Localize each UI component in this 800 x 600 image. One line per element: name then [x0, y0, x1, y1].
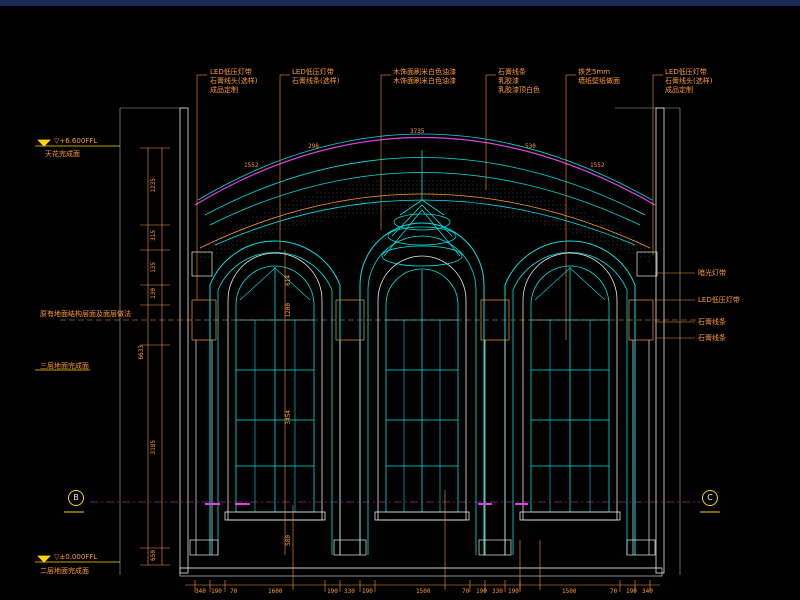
dim-left-5: 6633 [138, 345, 145, 360]
column-1 [189, 299, 219, 556]
note-structure: 原有地面结构层面及面层做法 [40, 310, 131, 318]
annotation-top-4: 石膏线条 乳胶漆 乳胶漆顶白色 [498, 68, 540, 94]
dim-bottom-10: 190 [476, 588, 487, 595]
level-ceiling-label: 天花完成面 [45, 150, 80, 158]
dim-bottom-12: 190 [508, 588, 519, 595]
axis-bubble-b: B [68, 490, 84, 506]
column-4 [626, 299, 656, 556]
dim-bottom-4: 1600 [268, 588, 283, 595]
axis-bubble-c: C [702, 490, 718, 506]
dim-bottom-16: 340 [642, 588, 653, 595]
annotation-right-3: 石膏线条 [698, 318, 726, 326]
annotation-top-2: LED低压灯带 石膏线条(选样) [292, 68, 340, 85]
dim-bottom-8: 1500 [416, 588, 431, 595]
note-third-floor: 三层地面完成面 [40, 362, 89, 370]
dim-mid-1: 614 [285, 275, 292, 286]
dim-top-d: 1552 [590, 162, 605, 169]
annotation-top-6: LED低压灯带 石膏线头(选样) 成品定制 [665, 68, 713, 94]
dim-top-span: 3735 [410, 128, 425, 135]
right-wall [655, 107, 665, 574]
dim-top-b: 1552 [244, 162, 259, 169]
dim-left-7: 650 [150, 550, 157, 561]
dim-bottom-15: 190 [626, 588, 637, 595]
level-ceiling: ▽+6.600FFL [54, 137, 98, 145]
dim-bottom-6: 330 [344, 588, 355, 595]
dim-top-a: 298 [308, 143, 319, 150]
annotation-top-3: 木饰面刷米白色油漆 木饰面刷米白色油漆 [393, 68, 456, 85]
annotation-right-2: LED低压灯带 [698, 296, 740, 304]
dim-bottom-11: 330 [492, 588, 503, 595]
dim-mid-3: 3454 [285, 410, 292, 425]
dim-bottom-13: 1500 [562, 588, 577, 595]
annotation-top-1: LED低压灯带 石膏线头(选样) 成品定制 [210, 68, 258, 94]
dim-bottom-5: 190 [327, 588, 338, 595]
level-floor: ▽±0.000FFL [54, 553, 98, 561]
dim-bottom-9: 70 [462, 588, 470, 595]
dim-bottom-1: 340 [195, 588, 206, 595]
level-floor-label: 二层地面完成面 [40, 567, 89, 575]
dim-mid-2: 1200 [285, 303, 292, 318]
dim-left-3: 135 [150, 262, 157, 273]
dim-bottom-7: 190 [362, 588, 373, 595]
arch-window-left [209, 240, 341, 555]
arch-window-center [359, 222, 485, 555]
window-top-bar [0, 0, 800, 6]
dim-left-4: 130 [150, 288, 157, 299]
dim-bottom-14: 70 [610, 588, 618, 595]
column-2 [333, 299, 367, 556]
dim-left-1: 1235 [150, 178, 157, 193]
dim-left-6: 3185 [150, 440, 157, 455]
dim-bottom-2: 190 [211, 588, 222, 595]
arch-window-right [504, 240, 636, 555]
dim-top-c: 530 [525, 143, 536, 150]
annotation-top-5: 铁艺5mm 墙纸壁纸做面 [578, 68, 620, 85]
left-wall [179, 107, 189, 574]
annotation-right-4: 石膏线条 [698, 334, 726, 342]
dim-mid-4: 580 [285, 535, 292, 546]
dim-bottom-3: 70 [230, 588, 238, 595]
dim-left-2: 315 [150, 230, 157, 241]
annotation-right-1: 暗光灯带 [698, 269, 726, 277]
